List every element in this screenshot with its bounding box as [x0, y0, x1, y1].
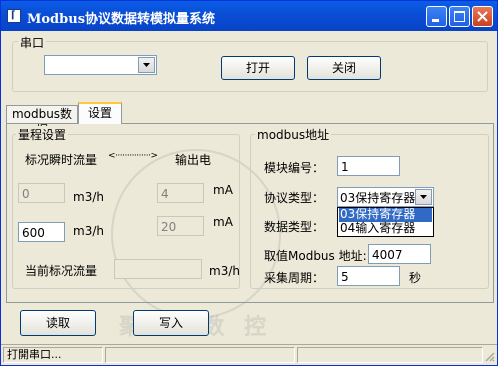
flow-max-input[interactable]: 600 [18, 222, 65, 242]
status-cell-2 [105, 347, 295, 363]
maximize-icon [454, 11, 465, 22]
read-button[interactable]: 读取 [20, 310, 96, 336]
status-text: 打開串口... [3, 347, 103, 363]
serial-port-dropdown-button[interactable] [138, 57, 155, 73]
status-bar: 打開串口... [1, 344, 497, 366]
resize-grip-icon[interactable] [483, 350, 495, 362]
ma-max-input[interactable]: 20 [157, 216, 204, 236]
status-cell-3 [297, 347, 483, 363]
period-input[interactable]: 5 [337, 266, 400, 286]
protocol-dropdown-list: 03保持寄存器 04输入寄存器 [337, 207, 434, 237]
module-no-input[interactable]: 1 [337, 156, 400, 176]
close-port-button[interactable]: 关闭 [307, 56, 381, 80]
open-port-button[interactable]: 打开 [221, 56, 295, 80]
current-flow-unit: m3/h [209, 264, 240, 278]
title-bar[interactable]: ⌈ Modbus协议数据转模拟量系统 [1, 1, 497, 31]
protocol-dropdown-button[interactable] [415, 189, 432, 205]
tab-line-right [122, 123, 494, 124]
minimize-icon [432, 19, 439, 22]
module-no-label: 模块编号： [264, 161, 325, 175]
flow-max-unit: m3/h [73, 224, 104, 238]
address-label: 取值Modbus 地址: [264, 249, 367, 263]
flow-min-input[interactable]: 0 [18, 183, 65, 203]
data-type-label: 数据类型： [264, 220, 325, 234]
minimize-button[interactable] [426, 6, 447, 27]
ma-min-input[interactable]: 4 [157, 183, 204, 203]
window-title: Modbus协议数据转模拟量系统 [27, 12, 216, 27]
ma-min-unit: mA [213, 183, 233, 197]
range-group-label: 量程设置 [16, 126, 69, 143]
close-icon [477, 11, 488, 22]
protocol-option-04[interactable]: 04输入寄存器 [339, 222, 432, 236]
tab-settings[interactable]: 设置 [78, 102, 122, 124]
main-window: ⌈ Modbus协议数据转模拟量系统 串口 打开 关闭 modbus数据 设置 … [0, 0, 498, 366]
chevron-down-icon [143, 63, 150, 67]
ma-max-unit: mA [213, 215, 233, 229]
output-header-label: 输出电 [175, 153, 212, 167]
address-input[interactable]: 4007 [368, 244, 431, 264]
current-flow-value [114, 259, 202, 279]
protocol-option-03[interactable]: 03保持寄存器 [339, 208, 432, 222]
flow-header-label: 标况瞬时流量 [25, 153, 98, 167]
maximize-button[interactable] [449, 6, 470, 27]
write-button[interactable]: 写入 [133, 310, 209, 336]
period-unit: 秒 [409, 271, 422, 285]
modbus-group-label: modbus地址 [255, 126, 332, 143]
flow-header-arrow: <···············> [108, 151, 158, 161]
close-window-button[interactable] [472, 6, 493, 27]
protocol-label: 协议类型： [264, 191, 325, 205]
current-flow-label: 当前标况流量 [25, 264, 98, 278]
period-label: 采集周期： [264, 271, 325, 285]
tab-line-left [6, 123, 78, 124]
tab-modbus-data[interactable]: modbus数据 [6, 105, 78, 137]
flow-min-unit: m3/h [73, 190, 104, 204]
serial-group-label: 串口 [18, 34, 47, 51]
app-icon[interactable]: ⌈ [7, 9, 21, 23]
chevron-down-icon [420, 195, 427, 199]
